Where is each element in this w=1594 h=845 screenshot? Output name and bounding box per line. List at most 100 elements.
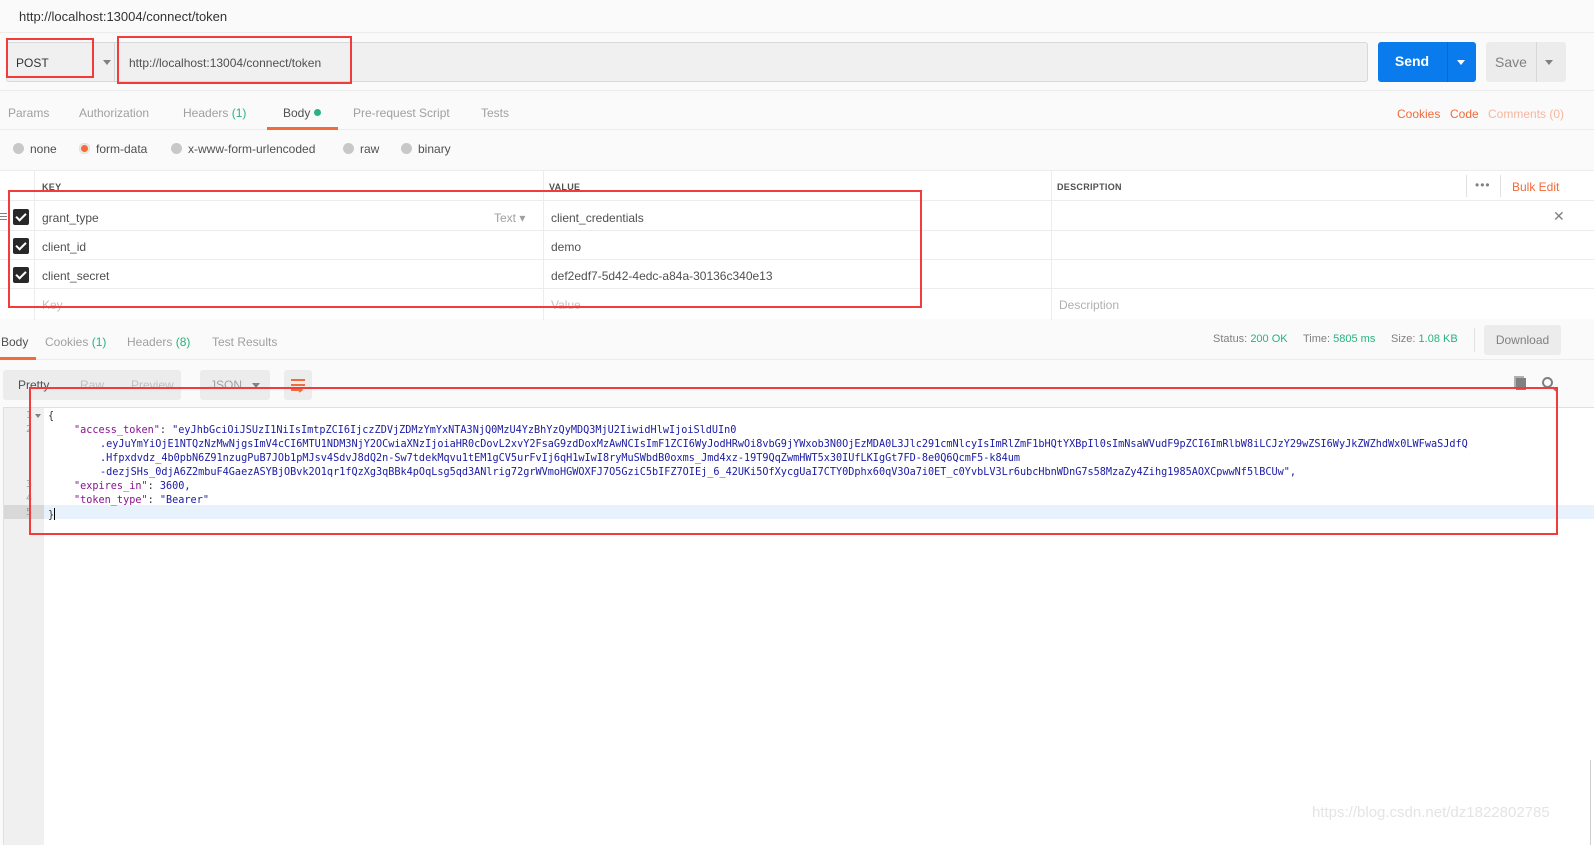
format-select[interactable]: JSON: [200, 370, 270, 400]
request-tabs: Params Authorization Headers (1) Body Pr…: [0, 92, 1594, 130]
json-key: "token_type": [74, 495, 148, 506]
tab-headers[interactable]: Headers (1): [183, 106, 246, 120]
radio-form-data[interactable]: form-data: [79, 142, 147, 156]
radio-selected-icon: [79, 143, 90, 154]
drag-handle-icon[interactable]: [0, 213, 7, 220]
radio-circle-icon: [343, 143, 354, 154]
cookies-link[interactable]: Cookies: [1397, 107, 1440, 121]
wrap-lines-icon: [291, 379, 305, 393]
save-label: Save: [1495, 54, 1527, 70]
view-pretty[interactable]: Pretty: [18, 378, 49, 392]
json-string: "Bearer": [159, 495, 209, 506]
body-indicator-dot-icon: [314, 109, 322, 116]
table-header: KEY VALUE DESCRIPTION ••• Bulk Edit: [0, 171, 1594, 201]
request-url-bar: POST http://localhost:13004/connect/toke…: [0, 33, 1594, 91]
response-tabs: Body Cookies (1) Headers (8) Test Result…: [0, 320, 1594, 360]
url-value: http://localhost:13004/connect/token: [129, 56, 322, 70]
time-value: 5805 ms: [1333, 333, 1376, 345]
delete-row-icon[interactable]: ✕: [1553, 208, 1565, 225]
line-number: 4: [25, 493, 32, 504]
code-line: "expires_in": 3600,: [74, 481, 191, 492]
line-number: 2: [25, 424, 32, 435]
copy-icon[interactable]: [1516, 378, 1526, 390]
tab-response-cookies[interactable]: Cookies (1): [45, 335, 106, 349]
line-gutter: [4, 408, 44, 845]
table-row: grant_type Text ▾ client_credentials ✕: [0, 202, 1594, 231]
row-value[interactable]: def2edf7-5d42-4edc-a84a-30136c340e13: [551, 269, 773, 283]
tab-test-results[interactable]: Test Results: [212, 335, 277, 349]
fold-toggle-icon[interactable]: [35, 414, 41, 418]
line-number: 5: [25, 507, 32, 518]
new-description-input[interactable]: Description: [1059, 298, 1119, 312]
json-number: 3600,: [159, 481, 191, 492]
row-value[interactable]: client_credentials: [551, 211, 644, 225]
radio-binary[interactable]: binary: [401, 142, 451, 156]
url-input[interactable]: http://localhost:13004/connect/token: [114, 42, 1368, 82]
time-readout: Time: 5805 ms: [1303, 333, 1376, 345]
chevron-down-icon: [252, 383, 260, 388]
bulk-edit-link[interactable]: Bulk Edit: [1512, 180, 1559, 194]
size-readout: Size: 1.08 KB: [1391, 333, 1458, 345]
row-key[interactable]: client_id: [42, 240, 86, 254]
more-options-icon[interactable]: •••: [1475, 178, 1491, 192]
send-options-chevron-icon[interactable]: [1457, 60, 1465, 65]
new-key-input[interactable]: Key: [42, 298, 63, 312]
comments-link[interactable]: Comments (0): [1488, 107, 1564, 121]
line-number: 1: [25, 410, 32, 421]
title-bar: http://localhost:13004/connect/token: [0, 0, 1594, 33]
new-value-input[interactable]: Value: [551, 298, 581, 312]
code-link[interactable]: Code: [1450, 107, 1479, 121]
tab-authorization[interactable]: Authorization: [79, 106, 149, 120]
tab-params[interactable]: Params: [8, 106, 49, 120]
new-row: Key Value Description: [0, 289, 1594, 318]
send-button[interactable]: Send: [1378, 42, 1476, 82]
description-column-header: DESCRIPTION: [1057, 182, 1122, 192]
tab-tests[interactable]: Tests: [481, 106, 509, 120]
key-column-header: KEY: [42, 182, 62, 192]
table-row: client_secret def2edf7-5d42-4edc-a84a-30…: [0, 260, 1594, 289]
view-raw[interactable]: Raw: [80, 378, 104, 392]
tab-response-headers[interactable]: Headers (8): [127, 335, 190, 349]
status-readout: Status: 200 OK: [1213, 333, 1288, 345]
row-checkbox[interactable]: [13, 209, 29, 225]
save-button[interactable]: Save: [1486, 42, 1566, 82]
method-select[interactable]: POST: [6, 42, 114, 82]
radio-circle-icon: [13, 143, 24, 154]
view-preview[interactable]: Preview: [131, 378, 174, 392]
radio-raw[interactable]: raw: [343, 142, 379, 156]
code-line: .eyJuYmYiOjE1NTQzNzMwNjgsImV4cCI6MTU1NDM…: [100, 439, 1468, 450]
radio-none[interactable]: none: [13, 142, 57, 156]
radio-x-www-form-urlencoded[interactable]: x-www-form-urlencoded: [171, 142, 315, 156]
download-button[interactable]: Download: [1484, 325, 1561, 355]
send-label: Send: [1394, 53, 1430, 69]
tab-response-body[interactable]: Body: [1, 335, 28, 349]
tab-pre-request-script[interactable]: Pre-request Script: [353, 106, 450, 120]
code-line: }: [48, 508, 56, 521]
tab-body[interactable]: Body: [283, 106, 322, 120]
window-title: http://localhost:13004/connect/token: [19, 9, 228, 24]
view-mode-segmented: Pretty Raw Preview: [3, 370, 181, 400]
active-tab-underline: [0, 357, 36, 360]
headers-count: (1): [231, 106, 247, 120]
table-row: client_id demo: [0, 231, 1594, 260]
response-body-editor[interactable]: 1 2 3 4 5 { "access_token": "eyJhbGciOiJ…: [3, 407, 1594, 845]
wrap-lines-button[interactable]: [284, 370, 312, 400]
method-label: POST: [16, 56, 49, 70]
text-cursor: [54, 508, 56, 520]
code-line: "access_token": "eyJhbGciOiJSUzI1NiIsImt…: [74, 425, 737, 436]
row-key[interactable]: client_secret: [42, 269, 109, 283]
active-tab-underline: [267, 127, 338, 130]
row-checkbox[interactable]: [13, 267, 29, 283]
json-string: "eyJhbGciOiJSUzI1NiIsImtpZCI6IjczZDVjZDM…: [172, 425, 737, 436]
row-value[interactable]: demo: [551, 240, 581, 254]
radio-circle-icon: [171, 143, 182, 154]
code-line: .Hfpxdvdz_4b0pbN6Z91nzugPuB7JOb1pMJsv4Sd…: [100, 453, 1021, 464]
save-options-chevron-icon[interactable]: [1545, 60, 1553, 65]
type-select[interactable]: Text ▾: [494, 211, 525, 225]
value-column-header: VALUE: [549, 182, 581, 192]
chevron-down-icon: [103, 60, 111, 65]
row-key[interactable]: grant_type: [42, 211, 99, 225]
form-data-table: KEY VALUE DESCRIPTION ••• Bulk Edit gran…: [0, 170, 1594, 320]
row-checkbox[interactable]: [13, 238, 29, 254]
search-icon[interactable]: [1542, 377, 1553, 388]
